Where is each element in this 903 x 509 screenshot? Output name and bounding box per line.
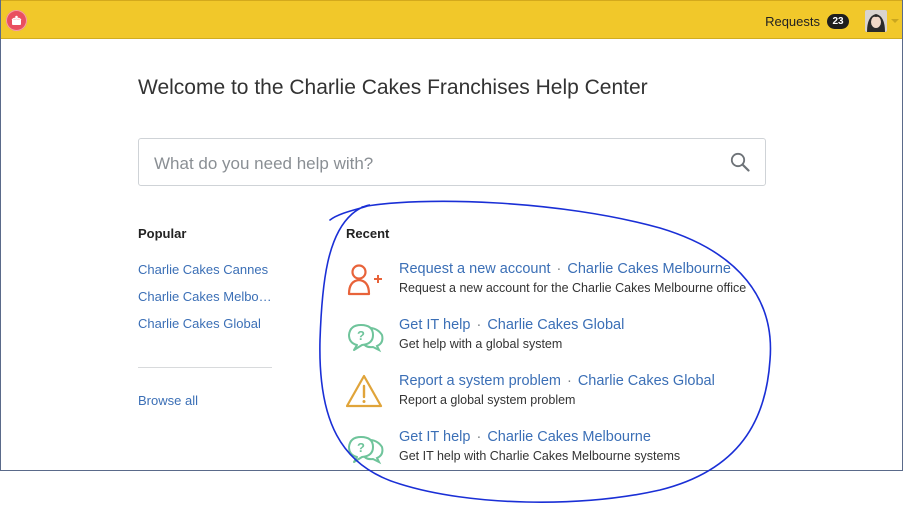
request-type-label: Report a system problem — [399, 373, 561, 389]
search-input[interactable] — [152, 151, 716, 177]
separator: · — [476, 429, 482, 445]
warning-icon — [345, 373, 386, 409]
recent-request-item[interactable]: ? Get IT help · Charlie Cakes Melbourne Ge… — [346, 429, 766, 470]
request-description: Request a new account for the Charlie Ca… — [399, 281, 747, 295]
popular-link-global[interactable]: Charlie Cakes Global — [138, 316, 261, 331]
chevron-down-icon[interactable] — [891, 19, 899, 23]
divider — [138, 367, 272, 368]
request-title-link[interactable]: Report a system problem · Charlie Cakes Gl… — [399, 373, 715, 389]
request-title-link[interactable]: Get IT help · Charlie Cakes Melbourne — [399, 429, 651, 445]
browse-all-link[interactable]: Browse all — [138, 393, 198, 408]
search-box[interactable] — [138, 138, 766, 186]
requests-link[interactable]: Requests 23 — [765, 14, 849, 29]
svg-text:?: ? — [357, 440, 365, 455]
help-center-window: Requests 23 Welcome to the Charlie Cakes… — [0, 0, 903, 471]
help-bubble-icon: ? — [346, 317, 386, 353]
top-bar: Requests 23 — [1, 0, 902, 39]
svg-text:?: ? — [357, 328, 365, 343]
popular-link-melbourne[interactable]: Charlie Cakes Melbo… — [138, 289, 272, 304]
requests-count-badge: 23 — [827, 14, 849, 29]
separator: · — [476, 317, 482, 333]
cake-logo-icon[interactable] — [6, 10, 27, 31]
separator: · — [556, 261, 562, 277]
add-user-icon — [346, 261, 386, 297]
request-type-label: Request a new account — [399, 261, 551, 277]
recent-request-item[interactable]: ? Get IT help · Charlie Cakes Global Get h… — [346, 317, 766, 361]
recent-request-item[interactable]: Report a system problem · Charlie Cakes Gl… — [345, 373, 766, 417]
popular-link-cannes[interactable]: Charlie Cakes Cannes — [138, 262, 268, 277]
recent-request-item[interactable]: Request a new account · Charlie Cakes Melb… — [346, 261, 766, 305]
project-label: Charlie Cakes Melbourne — [487, 429, 651, 445]
requests-label: Requests — [765, 14, 820, 29]
search-icon[interactable] — [730, 152, 750, 177]
request-type-label: Get IT help — [399, 429, 471, 445]
page-title: Welcome to the Charlie Cakes Franchises … — [138, 76, 648, 99]
request-title-link[interactable]: Request a new account · Charlie Cakes Melb… — [399, 261, 731, 277]
project-label: Charlie Cakes Global — [487, 317, 625, 333]
project-label: Charlie Cakes Melbourne — [567, 261, 731, 277]
help-bubble-icon: ? — [346, 429, 386, 465]
request-title-link[interactable]: Get IT help · Charlie Cakes Global — [399, 317, 624, 333]
project-label: Charlie Cakes Global — [577, 373, 715, 389]
avatar[interactable] — [865, 10, 887, 32]
request-description: Report a global system problem — [399, 393, 576, 407]
request-type-label: Get IT help — [399, 317, 471, 333]
separator: · — [566, 373, 572, 389]
popular-heading: Popular — [138, 226, 187, 241]
request-description: Get help with a global system — [399, 337, 563, 351]
recent-heading: Recent — [346, 226, 390, 241]
request-description: Get IT help with Charlie Cakes Melbourne… — [399, 449, 681, 463]
